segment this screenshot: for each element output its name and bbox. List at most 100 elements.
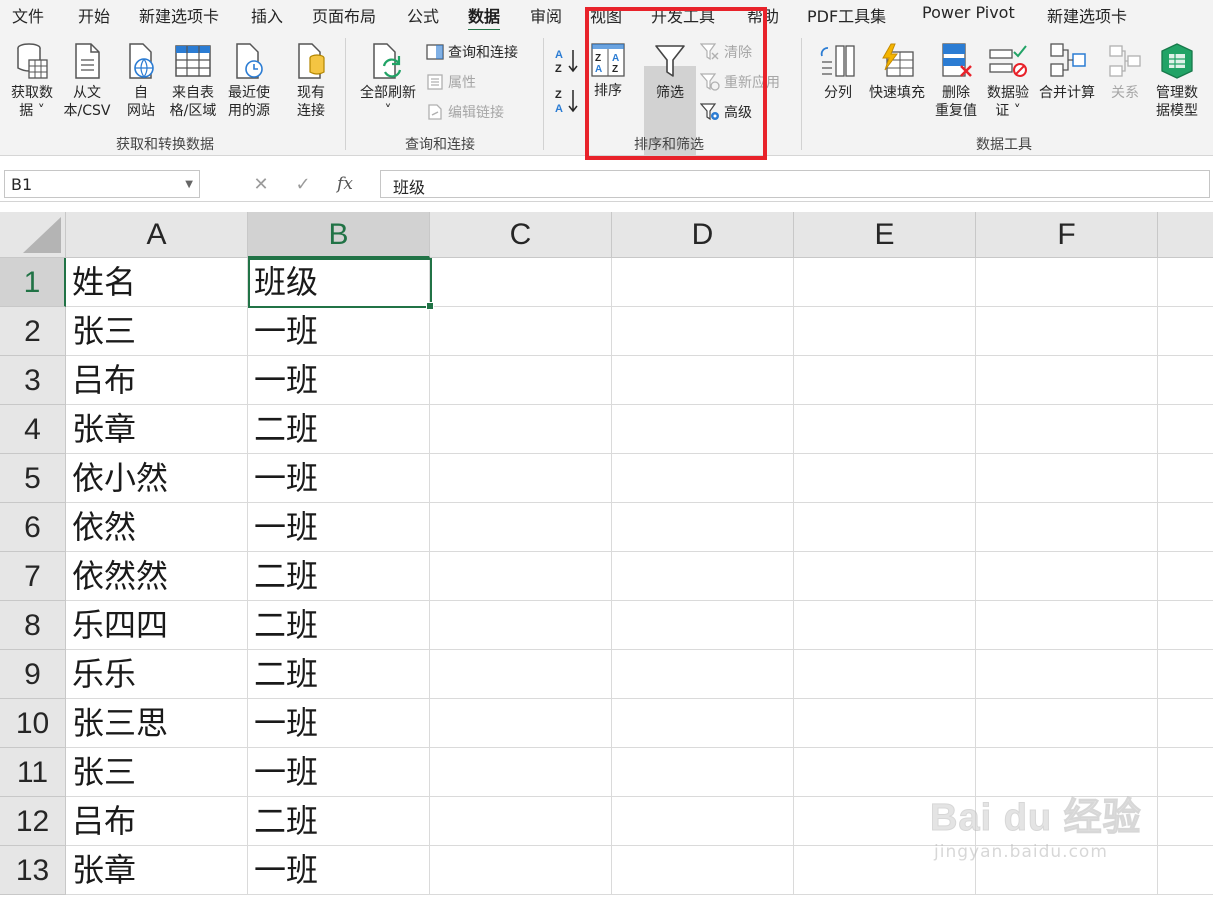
- cell-d5[interactable]: [612, 454, 794, 503]
- tab-view[interactable]: 视图: [590, 3, 622, 27]
- select-all-corner[interactable]: [0, 212, 66, 258]
- cell-c3[interactable]: [430, 356, 612, 405]
- cell-partial[interactable]: [1158, 846, 1213, 895]
- tab-page-layout[interactable]: 页面布局: [312, 3, 376, 27]
- cell-f2[interactable]: [976, 307, 1158, 356]
- cell-b5[interactable]: 一班: [248, 454, 430, 503]
- get-data-button[interactable]: 获取数 据 ˅: [6, 42, 58, 120]
- enter-icon[interactable]: ✓: [282, 174, 324, 195]
- cell-e9[interactable]: [794, 650, 976, 699]
- name-box[interactable]: B1 ▼: [4, 170, 200, 198]
- cell-c8[interactable]: [430, 601, 612, 650]
- cell-f1[interactable]: [976, 258, 1158, 307]
- tab-developer[interactable]: 开发工具: [651, 3, 715, 27]
- row-header-5[interactable]: 5: [0, 454, 66, 503]
- column-header-partial[interactable]: [1158, 212, 1213, 258]
- cell-e3[interactable]: [794, 356, 976, 405]
- relationships-button[interactable]: 关系: [1104, 42, 1146, 102]
- cell-c4[interactable]: [430, 405, 612, 454]
- cell-b10[interactable]: 一班: [248, 699, 430, 748]
- cell-b9[interactable]: 二班: [248, 650, 430, 699]
- cell-d11[interactable]: [612, 748, 794, 797]
- cell-partial[interactable]: [1158, 258, 1213, 307]
- flash-fill-button[interactable]: 快速填充: [866, 42, 928, 102]
- row-header-7[interactable]: 7: [0, 552, 66, 601]
- data-validation-button[interactable]: 数据验 证 ˅: [982, 42, 1034, 120]
- consolidate-button[interactable]: 合并计算: [1036, 42, 1098, 102]
- column-header-b[interactable]: B: [248, 212, 430, 258]
- cell-a2[interactable]: 张三: [66, 307, 248, 356]
- cell-e2[interactable]: [794, 307, 976, 356]
- cell-a13[interactable]: 张章: [66, 846, 248, 895]
- column-header-f[interactable]: F: [976, 212, 1158, 258]
- cell-partial[interactable]: [1158, 356, 1213, 405]
- cell-partial[interactable]: [1158, 454, 1213, 503]
- cell-e5[interactable]: [794, 454, 976, 503]
- cell-partial[interactable]: [1158, 601, 1213, 650]
- column-header-e[interactable]: E: [794, 212, 976, 258]
- manage-data-model-button[interactable]: 管理数 据模型: [1150, 42, 1204, 120]
- tab-review[interactable]: 审阅: [530, 3, 562, 27]
- tab-data[interactable]: 数据: [468, 3, 501, 32]
- cell-f10[interactable]: [976, 699, 1158, 748]
- cancel-icon[interactable]: ✕: [240, 174, 282, 195]
- tab-new-tab-2[interactable]: 新建选项卡: [1047, 3, 1127, 27]
- cell-d6[interactable]: [612, 503, 794, 552]
- row-header-6[interactable]: 6: [0, 503, 66, 552]
- cell-a8[interactable]: 乐四四: [66, 601, 248, 650]
- tab-home[interactable]: 开始: [78, 3, 110, 27]
- cell-c9[interactable]: [430, 650, 612, 699]
- cell-d8[interactable]: [612, 601, 794, 650]
- cell-a5[interactable]: 依小然: [66, 454, 248, 503]
- text-to-columns-button[interactable]: 分列: [815, 42, 861, 102]
- cell-b2[interactable]: 一班: [248, 307, 430, 356]
- cell-a6[interactable]: 依然: [66, 503, 248, 552]
- filter-button[interactable]: 筛选: [646, 42, 694, 102]
- row-header-13[interactable]: 13: [0, 846, 66, 895]
- clear-filter-button[interactable]: 清除: [700, 42, 752, 62]
- cell-b1[interactable]: 班级: [248, 258, 430, 307]
- cell-b11[interactable]: 一班: [248, 748, 430, 797]
- cell-c7[interactable]: [430, 552, 612, 601]
- cell-e4[interactable]: [794, 405, 976, 454]
- cell-d2[interactable]: [612, 307, 794, 356]
- cell-c12[interactable]: [430, 797, 612, 846]
- cell-a9[interactable]: 乐乐: [66, 650, 248, 699]
- row-header-10[interactable]: 10: [0, 699, 66, 748]
- cell-d1[interactable]: [612, 258, 794, 307]
- cell-a10[interactable]: 张三思: [66, 699, 248, 748]
- cell-partial[interactable]: [1158, 307, 1213, 356]
- cell-partial[interactable]: [1158, 650, 1213, 699]
- cell-f4[interactable]: [976, 405, 1158, 454]
- queries-connections-button[interactable]: 查询和连接: [426, 42, 518, 62]
- properties-button[interactable]: 属性: [426, 72, 476, 92]
- cell-c13[interactable]: [430, 846, 612, 895]
- cell-b7[interactable]: 二班: [248, 552, 430, 601]
- recent-sources-button[interactable]: 最近使 用的源: [222, 42, 276, 120]
- cell-partial[interactable]: [1158, 748, 1213, 797]
- cell-c2[interactable]: [430, 307, 612, 356]
- cell-d13[interactable]: [612, 846, 794, 895]
- cell-d4[interactable]: [612, 405, 794, 454]
- tab-power-pivot[interactable]: Power Pivot: [922, 3, 1015, 22]
- cell-partial[interactable]: [1158, 552, 1213, 601]
- cell-d9[interactable]: [612, 650, 794, 699]
- edit-links-button[interactable]: 编辑链接: [426, 102, 504, 122]
- cell-partial[interactable]: [1158, 699, 1213, 748]
- cell-partial[interactable]: [1158, 405, 1213, 454]
- row-header-4[interactable]: 4: [0, 405, 66, 454]
- cell-a7[interactable]: 依然然: [66, 552, 248, 601]
- tab-help[interactable]: 帮助: [747, 3, 779, 27]
- from-table-range-button[interactable]: 来自表 格/区域: [166, 42, 220, 120]
- cell-c5[interactable]: [430, 454, 612, 503]
- cell-partial[interactable]: [1158, 503, 1213, 552]
- cell-e1[interactable]: [794, 258, 976, 307]
- row-header-11[interactable]: 11: [0, 748, 66, 797]
- cell-e7[interactable]: [794, 552, 976, 601]
- row-header-1[interactable]: 1: [0, 258, 66, 307]
- formula-input[interactable]: 班级: [380, 170, 1210, 198]
- cell-b6[interactable]: 一班: [248, 503, 430, 552]
- cell-b8[interactable]: 二班: [248, 601, 430, 650]
- reapply-filter-button[interactable]: 重新应用: [700, 72, 780, 92]
- cell-b3[interactable]: 一班: [248, 356, 430, 405]
